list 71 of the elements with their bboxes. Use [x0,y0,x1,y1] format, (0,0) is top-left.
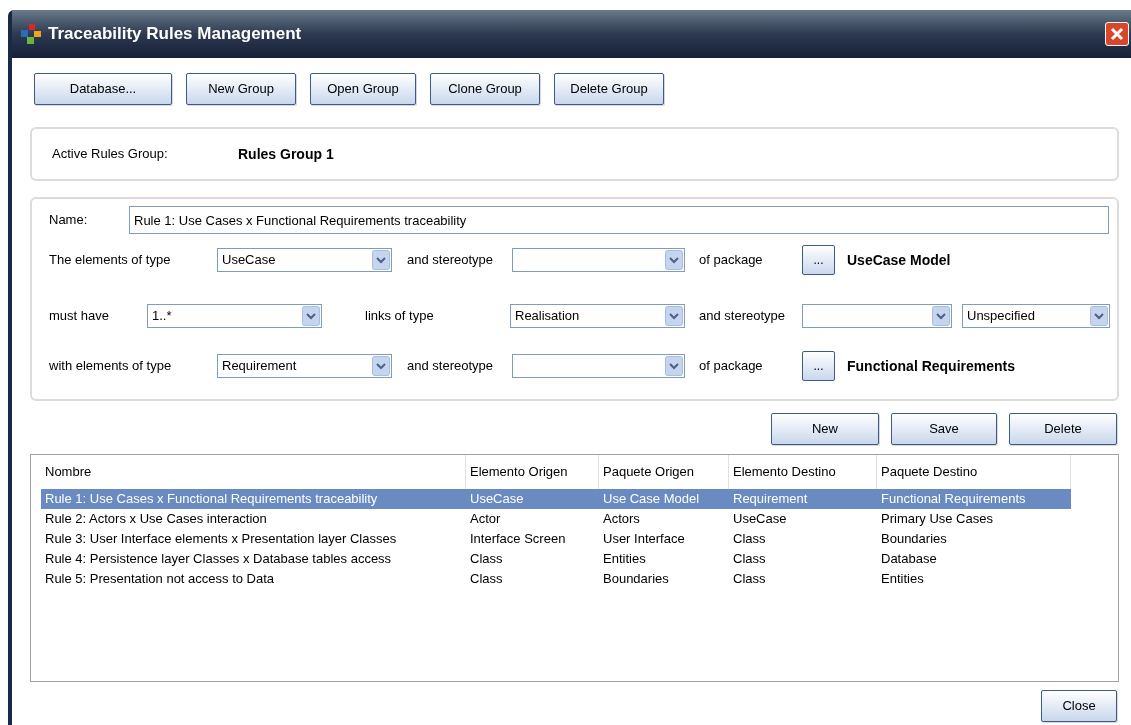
table-cell-text: Class [732,530,767,549]
table-cell-text: UseCase [732,510,788,529]
field-label: The elements of type [49,251,172,270]
field-label: and stereotype [407,357,494,376]
table-row[interactable]: Rule 5: Presentation not access to Data Class Boundaries Class Entities [41,569,1071,589]
dropdown[interactable] [802,304,952,328]
dropdown[interactable]: 1..* [147,304,322,328]
table-cell-text: Class [732,550,767,569]
table-cell-text: Boundaries [602,570,670,589]
dropdown-value: Unspecified [966,307,1036,326]
dropdown[interactable]: Unspecified [962,304,1110,328]
table-cell-text: Rule 5: Presentation not access to Data [44,570,276,589]
active-group-value: Rules Group 1 [238,144,334,164]
table-row[interactable]: Rule 3: User Interface elements x Presentation layer Classes Interface Screen User Interface Class Boundaries [41,529,1071,549]
package-name: UseCase Model [847,250,951,270]
rule-button[interactable]: Delete [1009,413,1117,445]
rule-button[interactable]: Save [891,413,997,445]
table-cell-text: Class [469,570,504,589]
table-cell-text: UseCase [469,490,525,509]
browse-button[interactable]: ... [802,245,835,275]
table-cell-text: User Interface [602,530,686,549]
dropdown-value: Requirement [221,357,298,376]
table-row[interactable]: Rule 4: Persistence layer Classes x Database tables access Class Entities Class Database [41,549,1071,569]
dropdown-value: 1..* [151,307,173,326]
table-cell-text: Rule 3: User Interface elements x Presentation layer Classes [44,530,398,549]
table-cell-text: Boundaries [880,530,948,549]
table-cell-text: Entities [602,550,647,569]
name-field[interactable]: Rule 1: Use Cases x Functional Requirements traceability [129,206,1109,234]
browse-button[interactable]: ... [802,351,835,381]
dropdown[interactable] [512,354,685,378]
dropdown-value: UseCase [221,251,277,270]
table-cell-text: Use Case Model [602,490,701,509]
toolbar-button[interactable]: New Group [186,73,296,105]
table-cell-text: Primary Use Cases [880,510,994,529]
field-label: and stereotype [407,251,494,270]
toolbar-button[interactable]: Delete Group [554,73,664,105]
table-cell-text: Class [732,570,767,589]
rule-button[interactable]: New [771,413,879,445]
field-label: must have [49,307,110,326]
toolbar-button[interactable]: Clone Group [430,73,540,105]
table-cell-text: Functional Requirements [880,490,1027,509]
table-cell-text: Database [880,550,938,569]
field-label: Name: [49,211,89,230]
app-logo-icon [20,23,42,45]
toolbar-button[interactable]: Database... [34,73,172,105]
table-cell-text: Rule 1: Use Cases x Functional Requirements traceability [44,490,379,509]
dropdown[interactable] [512,248,685,272]
active-group-label: Active Rules Group: [52,145,169,164]
dropdown[interactable]: Requirement [217,354,392,378]
table-cell-text: Entities [880,570,925,589]
table-cell-text: Class [469,550,504,569]
field-label: with elements of type [49,357,173,376]
close-button[interactable]: Close [1041,690,1117,722]
window-title: Traceability Rules Management [48,23,302,46]
package-name: Functional Requirements [847,356,1016,376]
field-label: links of type [365,307,435,326]
table-cell-text: Actors [602,510,641,529]
close-icon[interactable] [1105,22,1129,46]
dropdown[interactable]: UseCase [217,248,392,272]
field-label: of package [699,357,764,376]
table-cell-text: Actor [469,510,502,529]
table-cell-text: Requirement [732,490,809,509]
field-label: and stereotype [699,307,786,326]
dropdown[interactable]: Realisation [510,304,685,328]
field-label: of package [699,251,764,270]
table-row[interactable]: Rule 2: Actors x Use Cases interaction Actor Actors UseCase Primary Use Cases [41,509,1071,529]
dropdown-value: Realisation [514,307,581,326]
table-cell-text: Rule 2: Actors x Use Cases interaction [44,510,268,529]
toolbar-button[interactable]: Open Group [310,73,416,105]
table-cell-text: Rule 4: Persistence layer Classes x Database tables access [44,550,393,569]
table-cell-text: Interface Screen [469,530,567,549]
